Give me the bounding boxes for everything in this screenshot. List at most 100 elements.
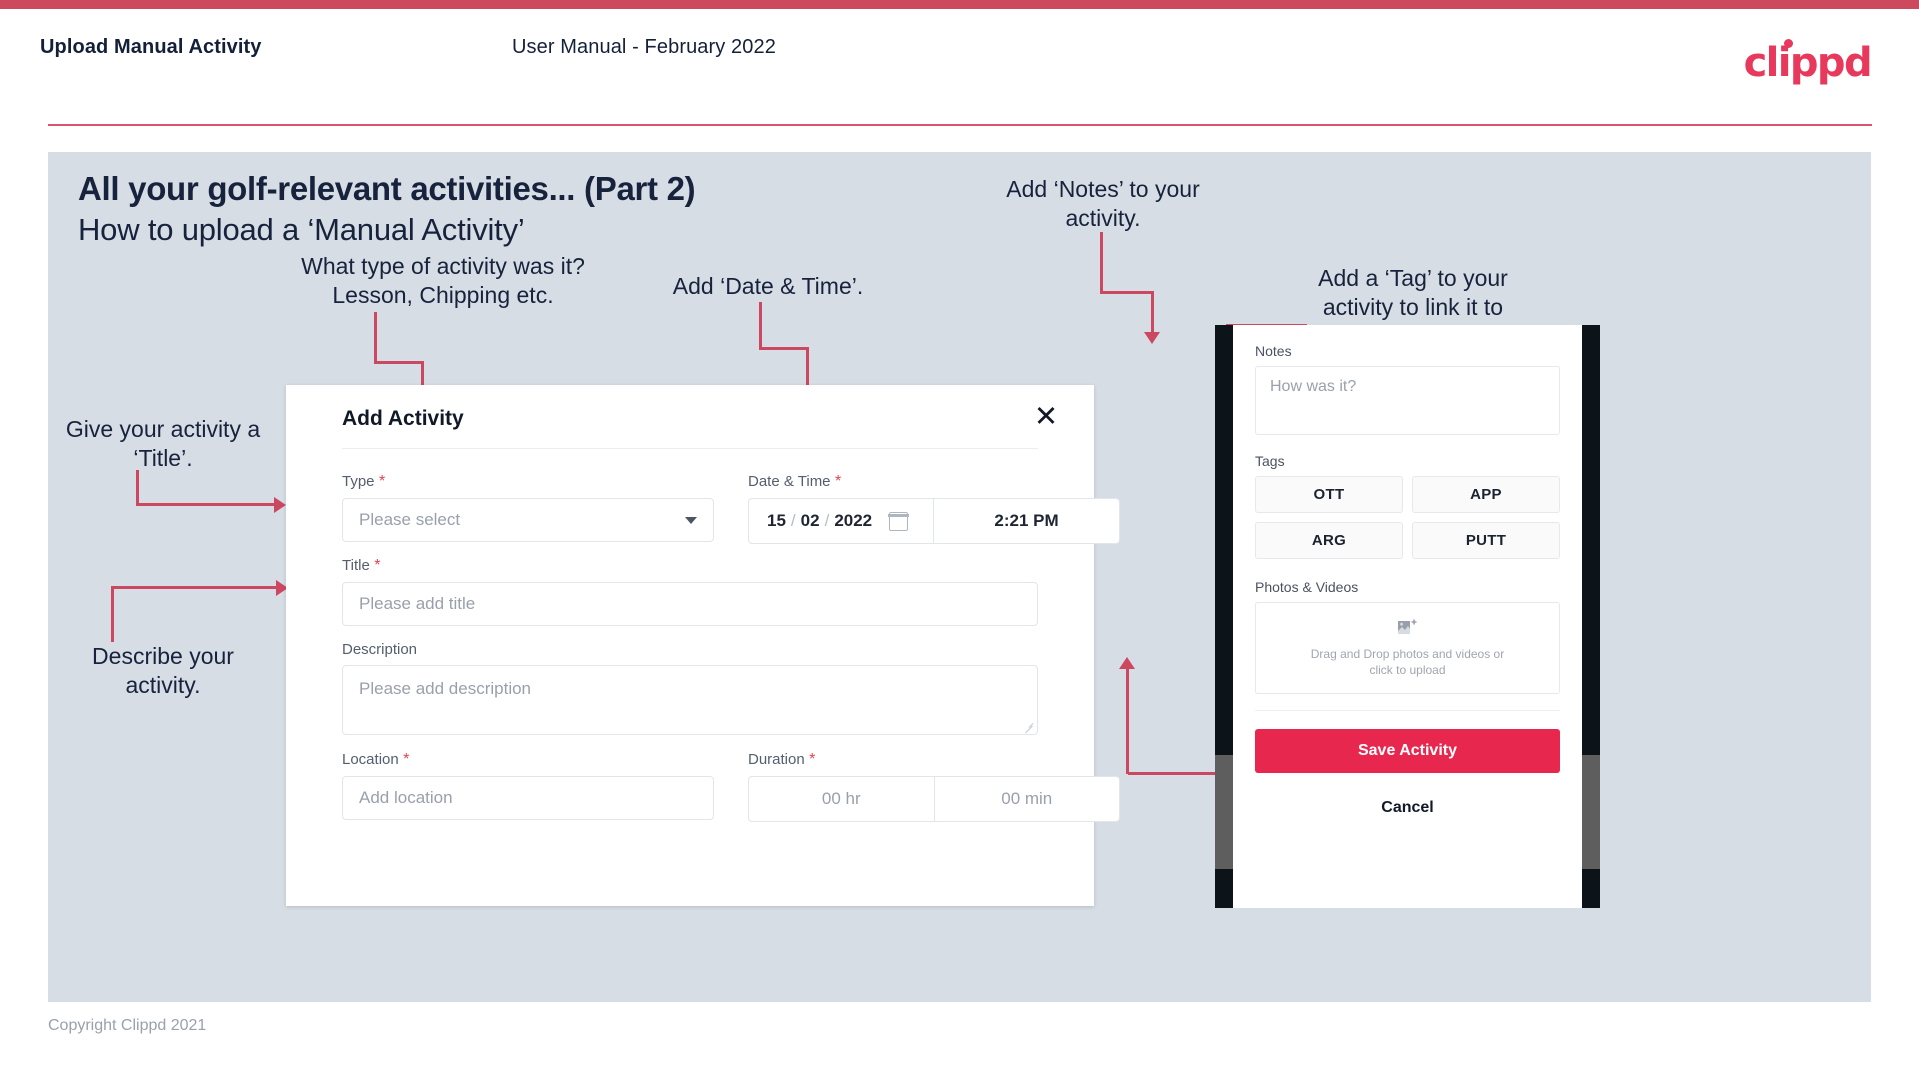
datetime-input-group: 15 / 02 / 2022 2:21 PM xyxy=(748,498,1120,544)
logo-wordmark: clippd xyxy=(1743,40,1873,86)
label-type: Type * xyxy=(342,473,714,491)
save-activity-button[interactable]: Save Activity xyxy=(1255,729,1560,773)
form-row-location-duration: Location * Add location Duration * 00 hr… xyxy=(342,751,1120,829)
add-activity-dialog: Add Activity ✕ Type * Please select Date… xyxy=(286,385,1120,906)
phone-label-tags: Tags xyxy=(1255,453,1285,469)
field-location: Location * Add location xyxy=(342,751,714,820)
connector-dt-v1 xyxy=(759,302,762,350)
connector-notes-arrow xyxy=(1144,332,1160,344)
form-row-title: Title * Please add title xyxy=(342,557,1038,641)
date-year: 2022 xyxy=(834,511,873,530)
connector-title-arrow xyxy=(274,497,286,513)
label-location-text: Location xyxy=(342,751,399,768)
logo-dot-icon xyxy=(1783,39,1793,48)
connector-title-h xyxy=(136,503,276,506)
connector-save-arrow xyxy=(1119,657,1135,669)
location-input[interactable]: Add location xyxy=(342,776,714,820)
dialog-title: Add Activity xyxy=(342,407,464,430)
time-input[interactable]: 2:21 PM xyxy=(934,499,1119,543)
required-marker: * xyxy=(830,473,842,490)
slide-title: All your golf-relevant activities... (Pa… xyxy=(78,170,696,207)
required-marker: * xyxy=(804,751,816,768)
phone-label-notes: Notes xyxy=(1255,343,1292,359)
copyright-text: Copyright Clippd 2021 xyxy=(48,1017,207,1034)
page-title: Upload Manual Activity xyxy=(40,36,262,58)
tag-putt[interactable]: PUTT xyxy=(1412,522,1560,559)
label-type-text: Type xyxy=(342,473,375,490)
connector-notes-v2 xyxy=(1151,291,1154,335)
field-description: Description Please add description xyxy=(342,641,1038,735)
dialog-divider xyxy=(342,448,1038,449)
connector-dt-h xyxy=(759,347,809,350)
duration-input-group: 00 hr 00 min xyxy=(748,776,1120,822)
label-title: Title * xyxy=(342,557,1038,575)
title-input-placeholder: Please add title xyxy=(359,594,476,613)
connector-type-v1 xyxy=(374,312,377,364)
date-sep-2: / xyxy=(824,511,830,530)
dialog-header: Add Activity ✕ xyxy=(286,385,1094,449)
date-input[interactable]: 15 / 02 / 2022 xyxy=(749,499,933,543)
phone-divider xyxy=(1255,710,1560,711)
form-row-description: Description Please add description xyxy=(342,641,1038,751)
date-sep-1: / xyxy=(790,511,796,530)
tag-arg[interactable]: ARG xyxy=(1255,522,1403,559)
cancel-button[interactable]: Cancel xyxy=(1255,799,1560,817)
required-marker: * xyxy=(374,473,386,490)
header-divider xyxy=(48,124,1872,126)
annotation-type: What type of activity was it? Lesson, Ch… xyxy=(301,253,585,308)
field-type: Type * Please select xyxy=(342,473,714,542)
resize-handle[interactable] xyxy=(1024,722,1034,732)
phone-notes-textarea[interactable]: How was it? xyxy=(1255,366,1560,435)
date-month: 02 xyxy=(800,511,820,530)
annotation-datetime: Add ‘Date & Time’. xyxy=(672,273,864,299)
top-accent-bar xyxy=(0,0,1919,9)
location-placeholder: Add location xyxy=(359,788,453,807)
annotation-description: Describe your activity. xyxy=(92,643,234,698)
phone-tag-grid: OTT APP ARG PUTT xyxy=(1255,476,1560,559)
required-marker: * xyxy=(369,557,381,574)
connector-type-h xyxy=(374,361,424,364)
title-input[interactable]: Please add title xyxy=(342,582,1038,626)
phone-notes-placeholder: How was it? xyxy=(1270,378,1357,395)
connector-notes-v1 xyxy=(1100,232,1103,294)
clippd-logo: clippd xyxy=(1743,39,1873,86)
duration-hours-input[interactable]: 00 hr xyxy=(749,777,934,821)
phone-screen: Notes How was it? Tags OTT APP ARG PUTT … xyxy=(1233,325,1582,908)
annotation-notes: Add ‘Notes’ to your activity. xyxy=(1006,176,1200,231)
connector-title-v xyxy=(136,470,139,506)
field-duration: Duration * 00 hr 00 min xyxy=(748,751,1120,822)
add-image-icon xyxy=(1397,618,1419,637)
slide-subtitle: How to upload a ‘Manual Activity’ xyxy=(78,212,525,247)
description-textarea[interactable]: Please add description xyxy=(342,665,1038,735)
label-datetime: Date & Time * xyxy=(748,473,1120,491)
type-select-value: Please select xyxy=(359,510,461,529)
tag-ott[interactable]: OTT xyxy=(1255,476,1403,513)
label-location: Location * xyxy=(342,751,714,769)
connector-desc-h xyxy=(111,586,281,589)
connector-desc-v xyxy=(111,586,114,642)
photo-dropzone[interactable]: Drag and Drop photos and videos or click… xyxy=(1255,602,1560,694)
activity-form: Type * Please select Date & Time * 15 / … xyxy=(342,473,1120,829)
phone-side-button-left xyxy=(1215,755,1233,869)
field-datetime: Date & Time * 15 / 02 / 2022 2:21 PM xyxy=(748,473,1120,544)
annotation-title: Give your activity a ‘Title’. xyxy=(65,416,261,471)
duration-minutes-input[interactable]: 00 min xyxy=(935,777,1120,821)
type-select[interactable]: Please select xyxy=(342,498,714,542)
connector-notes-h xyxy=(1100,291,1154,294)
close-icon[interactable]: ✕ xyxy=(1030,401,1062,433)
label-description: Description xyxy=(342,641,418,658)
date-day: 15 xyxy=(767,511,786,530)
tag-app[interactable]: APP xyxy=(1412,476,1560,513)
phone-mockup: Notes How was it? Tags OTT APP ARG PUTT … xyxy=(1215,325,1600,908)
calendar-icon[interactable] xyxy=(888,511,909,531)
label-duration-text: Duration xyxy=(748,751,805,768)
phone-side-button-right xyxy=(1582,755,1600,869)
field-title: Title * Please add title xyxy=(342,557,1038,626)
connector-save-v xyxy=(1126,668,1129,774)
dropzone-text: Drag and Drop photos and videos or click… xyxy=(1310,647,1505,677)
phone-label-photos: Photos & Videos xyxy=(1255,579,1359,595)
form-row-type-datetime: Type * Please select Date & Time * 15 / … xyxy=(342,473,1120,551)
required-marker: * xyxy=(398,751,410,768)
label-duration: Duration * xyxy=(748,751,1120,769)
chevron-down-icon xyxy=(685,516,697,524)
